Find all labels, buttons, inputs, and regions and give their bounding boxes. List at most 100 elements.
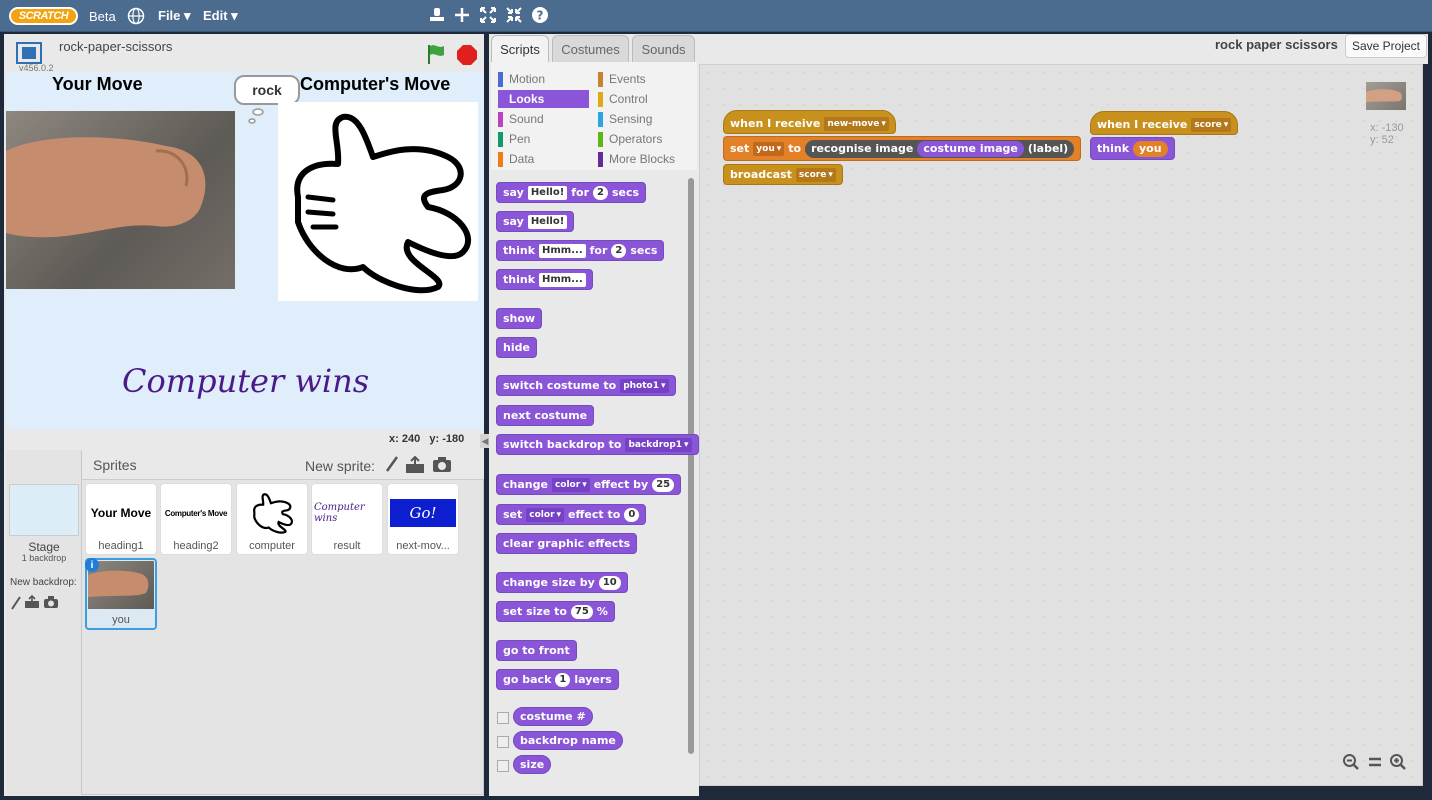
category-control[interactable]: Control [598, 90, 675, 108]
block-say[interactable]: say Hello! [496, 211, 575, 232]
sprites-title: Sprites [93, 457, 137, 473]
sprite-name: you [112, 614, 130, 626]
block-think-for-secs[interactable]: think Hmm... for 2 secs [496, 240, 665, 261]
block-go-back-layers[interactable]: go back 1 layers [496, 669, 619, 690]
reporter-costume-image[interactable]: costume image [917, 140, 1024, 157]
upload-backdrop-icon[interactable] [24, 594, 40, 614]
category-sensing[interactable]: Sensing [598, 110, 675, 128]
shrink-icon[interactable] [505, 6, 523, 27]
palette-scrollbar[interactable] [688, 178, 694, 754]
grow-icon[interactable] [479, 6, 497, 27]
result-text: Computer wins [122, 362, 370, 400]
sprite-name: heading1 [98, 540, 144, 552]
zoom-in-icon[interactable] [1389, 753, 1407, 776]
svg-text:?: ? [537, 9, 544, 23]
block-clear-effects[interactable]: clear graphic effects [496, 533, 638, 554]
globe-icon[interactable] [127, 7, 145, 28]
block-hide[interactable]: hide [496, 337, 537, 358]
block-next-costume[interactable]: next costume [496, 405, 595, 426]
hat-when-i-receive-new-move[interactable]: when I receive new-move ▾ [723, 110, 896, 134]
block-broadcast-score[interactable]: broadcast score ▾ [723, 164, 843, 185]
category-events[interactable]: Events [598, 70, 675, 88]
file-menu[interactable]: File ▾ [158, 8, 191, 24]
block-set-size[interactable]: set size to 75% [496, 601, 615, 622]
sprite-thumb-heading1[interactable]: Your Move heading1 [85, 483, 157, 555]
category-column-left: Motion Looks Sound Pen Data [498, 70, 589, 168]
stage-thumbnail[interactable] [9, 484, 79, 536]
sprite-thumb-next-move[interactable]: Go! next-mov... [387, 483, 459, 555]
checkbox-size[interactable] [497, 760, 509, 772]
sprite-info-icon[interactable]: i [85, 558, 99, 572]
hat-when-i-receive-score[interactable]: when I receive score ▾ [1090, 111, 1239, 135]
reporter-recognise-image[interactable]: recognise image costume image (label) [805, 139, 1075, 158]
paint-sprite-icon[interactable] [384, 455, 400, 478]
beta-label: Beta [89, 9, 116, 24]
zoom-out-icon[interactable] [1342, 753, 1360, 776]
block-change-size[interactable]: change size by 10 [496, 572, 628, 593]
block-think-you[interactable]: think you [1090, 137, 1175, 160]
duplicate-stamp-icon[interactable] [428, 6, 446, 27]
block-switch-costume[interactable]: switch costume to photo1 ▾ [496, 375, 676, 396]
reporter-costume-num[interactable]: costume # [513, 707, 593, 726]
category-more-blocks[interactable]: More Blocks [598, 150, 675, 168]
computers-move-heading: Computer's Move [300, 74, 451, 94]
tab-costumes[interactable]: Costumes [552, 35, 629, 63]
sprite-thumb-result[interactable]: Computer wins result [311, 483, 383, 555]
sprite-name: heading2 [173, 540, 219, 552]
sprite-thumb-image: Computer's Move [164, 508, 228, 518]
new-backdrop-label: New backdrop: [10, 577, 77, 588]
block-set-effect[interactable]: set color ▾ effect to 0 [496, 504, 647, 525]
zoom-reset-icon[interactable] [1366, 753, 1384, 776]
your-move-heading: Your Move [52, 74, 143, 94]
new-sprite-label: New sprite: [305, 458, 376, 474]
block-switch-backdrop[interactable]: switch backdrop to backdrop1 ▾ [496, 434, 699, 455]
stop-icon[interactable] [456, 44, 478, 71]
block-set-variable[interactable]: set you ▾ to recognise image costume image (l… [723, 136, 1082, 161]
category-data[interactable]: Data [498, 150, 589, 168]
think-bubble: rock [234, 75, 300, 105]
sprite-name: result [333, 540, 361, 552]
category-column-right: Events Control Sensing Operators More Bl… [598, 70, 675, 168]
sprite-name: next-mov... [396, 540, 450, 552]
upload-sprite-icon[interactable] [405, 455, 425, 479]
category-operators[interactable]: Operators [598, 130, 675, 148]
sprite-name: computer [249, 540, 295, 552]
category-motion[interactable]: Motion [498, 70, 589, 88]
reporter-size[interactable]: size [513, 755, 552, 774]
stage-label: Stage [28, 540, 60, 554]
cut-icon[interactable] [453, 6, 471, 27]
block-change-effect[interactable]: change color ▾ effect by 25 [496, 474, 682, 495]
block-show[interactable]: show [496, 308, 543, 329]
save-project-button[interactable]: Save Project [1345, 34, 1427, 58]
project-name-field[interactable]: rock-paper-scissors [59, 39, 172, 54]
category-sound[interactable]: Sound [498, 110, 589, 128]
sprite-thumb-heading2[interactable]: Computer's Move heading2 [160, 483, 232, 555]
help-icon[interactable]: ? [531, 6, 549, 27]
stage-backdrop-count: 1 backdrop [21, 553, 67, 563]
paint-backdrop-icon[interactable] [10, 595, 22, 616]
reporter-you[interactable]: you [1133, 140, 1168, 157]
checkbox-backdrop-name[interactable] [497, 736, 509, 748]
camera-hand-image [6, 111, 235, 289]
sprite-thumb-image: Your Move [90, 506, 152, 520]
block-say-for-secs[interactable]: say Hello! for 2 secs [496, 182, 647, 203]
mouse-coords: x: 240 y: -180 [389, 433, 465, 445]
scratch-logo[interactable]: SCRATCH [9, 7, 78, 25]
tab-sounds[interactable]: Sounds [632, 35, 695, 63]
sprite-thumb-computer[interactable]: computer [236, 483, 308, 555]
sprite-thumb-image: Computer wins [314, 502, 365, 524]
camera-sprite-icon[interactable] [432, 457, 452, 478]
camera-backdrop-icon[interactable] [43, 596, 59, 614]
checkbox-costume-num[interactable] [497, 712, 509, 724]
block-go-to-front[interactable]: go to front [496, 640, 577, 661]
category-looks[interactable]: Looks [498, 90, 589, 108]
current-sprite-preview [1366, 82, 1406, 110]
tab-scripts[interactable]: Scripts [491, 35, 549, 63]
edit-menu[interactable]: Edit ▾ [203, 8, 238, 24]
sprite-thumb-image: Go! [390, 499, 456, 527]
sprite-position: x: -130 y: 52 [1370, 122, 1404, 146]
green-flag-icon[interactable] [425, 43, 447, 70]
category-pen[interactable]: Pen [498, 130, 589, 148]
block-think[interactable]: think Hmm... [496, 269, 593, 290]
reporter-backdrop-name[interactable]: backdrop name [513, 731, 623, 750]
